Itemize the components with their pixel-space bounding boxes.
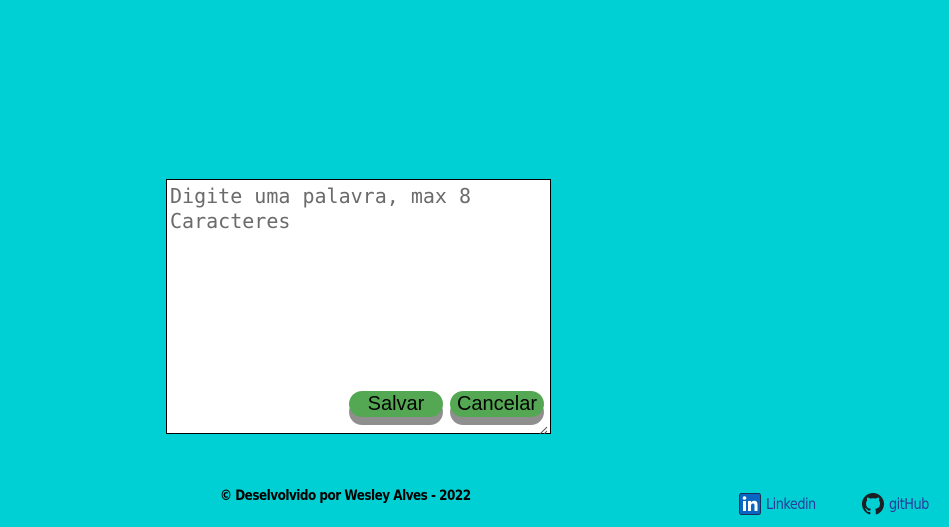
- linkedin-label[interactable]: Linkedin: [766, 493, 816, 515]
- save-button[interactable]: Salvar: [349, 391, 443, 417]
- github-label[interactable]: gitHub: [889, 493, 929, 515]
- cancel-button[interactable]: Cancelar: [450, 391, 544, 417]
- resize-grip-icon[interactable]: [539, 422, 548, 435]
- footer-credit: © Deselvolvido por Wesley Alves - 2022: [220, 488, 471, 504]
- linkedin-icon: [739, 493, 761, 515]
- word-input-container: Salvar Cancelar: [166, 179, 551, 435]
- linkedin-link[interactable]: Linkedin: [739, 493, 824, 515]
- github-link[interactable]: gitHub: [862, 493, 935, 515]
- github-icon: [862, 493, 884, 515]
